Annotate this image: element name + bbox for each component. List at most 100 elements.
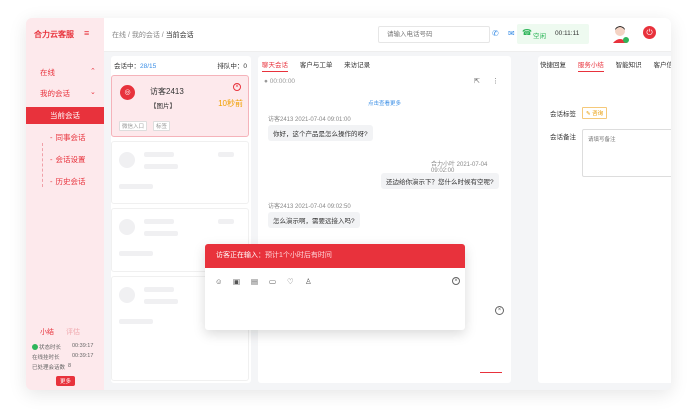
chevron-down-icon[interactable]: ⌄ xyxy=(90,88,96,96)
typing-popup: 访客正在输入：预计1个小时后有时间 ☺ ▣ ▤ ▭ ♡ ♙ × xyxy=(205,244,465,330)
robot-icon[interactable]: ♙ xyxy=(305,277,312,286)
typing-header: 访客正在输入：预计1个小时后有时间 xyxy=(205,244,465,268)
sidebar-item-history-session[interactable]: - 历史会话 xyxy=(26,173,104,190)
status-timer: 00:11:11 xyxy=(555,30,580,37)
sidebar-item-label: 历史会话 xyxy=(55,177,86,186)
sidebar-item-session-settings[interactable]: - 会话设置 xyxy=(26,151,104,168)
summary-value: 8 xyxy=(68,363,72,369)
summary-tabs: 小结 评估 xyxy=(40,327,90,337)
heart-icon[interactable]: ♡ xyxy=(287,277,294,286)
avatar[interactable] xyxy=(611,24,629,44)
breadcrumb-item: 当前会话 xyxy=(165,32,194,39)
resize-handle[interactable] xyxy=(480,372,502,373)
nav-online[interactable]: 在线 xyxy=(40,67,55,78)
wait-time: 10秒前 xyxy=(218,99,243,108)
mail-icon[interactable]: ✉ xyxy=(508,29,515,38)
queue-count: 排队中：0 xyxy=(217,63,247,70)
tab-customer-ticket[interactable]: 客户与工单 xyxy=(300,59,333,71)
folder-icon[interactable]: ▭ xyxy=(269,277,276,286)
summary-row: 状态时长 00:39:17 xyxy=(32,343,102,351)
tab-quick-reply[interactable]: 快捷回复 xyxy=(540,59,566,71)
sidebar-item-label: 会话设置 xyxy=(55,155,86,164)
summary-value: 00:39:17 xyxy=(72,353,94,359)
menu-icon[interactable]: ≡ xyxy=(84,28,89,38)
summary-label: 已处理会话数 xyxy=(32,365,66,371)
sidebar-item-colleague-session[interactable]: - 同事会话 xyxy=(26,129,104,146)
close-icon[interactable]: × xyxy=(495,306,504,315)
close-icon[interactable]: × xyxy=(452,277,460,285)
recording-bar: ● 00:00:00 xyxy=(264,78,295,85)
label-tag[interactable]: 标签 xyxy=(153,121,171,131)
summary-label: 状态时长 xyxy=(39,345,62,351)
message-bubble: 你好，这个产品是怎么操作的呀? xyxy=(268,125,373,141)
message-meta: 访客2413 2021-07-04 09:01:00 xyxy=(268,117,351,123)
brand-logo: 合力云客服 xyxy=(34,30,74,39)
session-count: 会话中：28/15 xyxy=(114,60,156,70)
session-note-label: 会话备注 xyxy=(550,134,576,141)
summary-label: 在线挂时长 xyxy=(32,355,60,361)
load-more-link[interactable]: 点击查看更多 xyxy=(258,99,511,107)
breadcrumb-item[interactable]: 我的会话 xyxy=(132,32,160,39)
session-count-label: 会话中： xyxy=(114,63,140,70)
more-button[interactable]: 更多 xyxy=(56,376,76,386)
tag-button-label: 咨询 xyxy=(592,111,604,117)
chevron-up-icon[interactable]: ⌃ xyxy=(90,67,96,75)
recording-time: 00:00:00 xyxy=(269,78,296,85)
top-header: 在线 / 我的会话 / 当前会话 ✆ ✉ ☎ 空闲 00:11:11 ⏻ xyxy=(104,18,671,52)
summary-value: 00:39:17 xyxy=(72,343,94,349)
sidebar-item-label: 同事会话 xyxy=(55,133,86,142)
sidebar-item-label: 当前会话 xyxy=(50,111,80,120)
sidebar: 合力云客服 ≡ 在线 ⌃ 我的会话 ⌄ 当前会话 - 同事会话 - 会话设置 - 历史… xyxy=(26,18,104,390)
message-meta: 合力小叶 2021-07-04 09:02:00 xyxy=(431,162,488,174)
phone-status-icon: ☎ xyxy=(522,28,532,37)
tab-chat[interactable]: 聊天会话 xyxy=(262,59,288,72)
session-card[interactable]: ◎ 访客2413 【图片】 × 10秒前 微信入口 标签 xyxy=(111,75,249,137)
tab-evaluation[interactable]: 评估 xyxy=(66,327,80,337)
record-dot-icon: ● xyxy=(264,78,268,85)
source-tag: 微信入口 xyxy=(119,121,148,131)
image-icon[interactable]: ▣ xyxy=(233,277,240,286)
session-tag-label: 会话标签 xyxy=(550,111,576,118)
status-text: 空闲 xyxy=(533,33,546,40)
visitor-name: 访客2413 xyxy=(150,87,184,96)
tab-customer-info[interactable]: 客户信息 xyxy=(653,59,671,71)
typing-label: 访客正在输入： xyxy=(216,252,265,259)
session-list: 会话中：28/15 排队中：0 ◎ 访客2413 【图片】 × 10秒前 微信入… xyxy=(111,56,251,383)
summary-row: 已处理会话数 8 xyxy=(32,363,102,371)
tag-button[interactable]: ✎ 咨询 xyxy=(582,107,608,119)
share-icon[interactable]: ⇱ xyxy=(474,77,480,85)
power-icon[interactable]: ⏻ xyxy=(643,26,656,39)
message-bubble: 还边给你演示下？您什么时候有空呢? xyxy=(381,173,499,189)
tab-visit-records[interactable]: 来访记录 xyxy=(344,59,370,71)
tab-summary[interactable]: 小结 xyxy=(40,327,54,337)
typing-text: 预计1个小时后有时间 xyxy=(265,252,332,259)
emoji-icon[interactable]: ☺ xyxy=(215,277,223,286)
breadcrumb-item[interactable]: 在线 xyxy=(112,32,126,39)
right-panel: 快捷回复 服务小结 智能知识 客户信息 会话标签 ✎ 咨询 会话备注 xyxy=(538,56,671,383)
tab-service-summary[interactable]: 服务小结 xyxy=(577,59,604,72)
right-tabs: 快捷回复 服务小结 智能知识 客户信息 xyxy=(540,59,671,72)
breadcrumb: 在线 / 我的会话 / 当前会话 xyxy=(112,32,194,39)
edit-icon: ✎ xyxy=(586,111,591,117)
chat-icon: ◎ xyxy=(120,85,135,100)
app-window: 合力云客服 ≡ 在线 ⌃ 我的会话 ⌄ 当前会话 - 同事会话 - 会话设置 - 历史… xyxy=(26,18,671,390)
phone-icon[interactable]: ✆ xyxy=(492,29,499,38)
nav-my-sessions[interactable]: 我的会话 xyxy=(40,88,70,99)
session-note-input[interactable] xyxy=(582,129,671,177)
check-icon xyxy=(32,344,38,350)
message-bubble: 怎么演示啊，需要远接入吗? xyxy=(268,212,360,228)
phone-number-input[interactable] xyxy=(378,26,490,43)
more-vertical-icon[interactable]: ⋮ xyxy=(492,77,499,85)
file-icon[interactable]: ▤ xyxy=(251,277,258,286)
summary-row: 在线挂时长 00:39:17 xyxy=(32,353,102,361)
close-icon[interactable]: × xyxy=(233,83,241,91)
chat-tabs: 聊天会话 客户与工单 来访记录 xyxy=(262,59,380,72)
message-meta: 访客2413 2021-07-04 09:02:50 xyxy=(268,204,351,210)
chat-panel: 聊天会话 客户与工单 来访记录 ● 00:00:00 ⇱ ⋮ 点击查看更多 访客… xyxy=(258,56,511,383)
session-card-placeholder xyxy=(111,141,249,204)
tab-smart-knowledge[interactable]: 智能知识 xyxy=(616,59,642,71)
last-message: 【图片】 xyxy=(150,103,176,110)
session-count-value: 28/15 xyxy=(140,63,157,70)
sidebar-item-current-session[interactable]: 当前会话 xyxy=(26,107,104,124)
agent-status[interactable]: ☎ 空闲 00:11:11 xyxy=(517,24,589,44)
